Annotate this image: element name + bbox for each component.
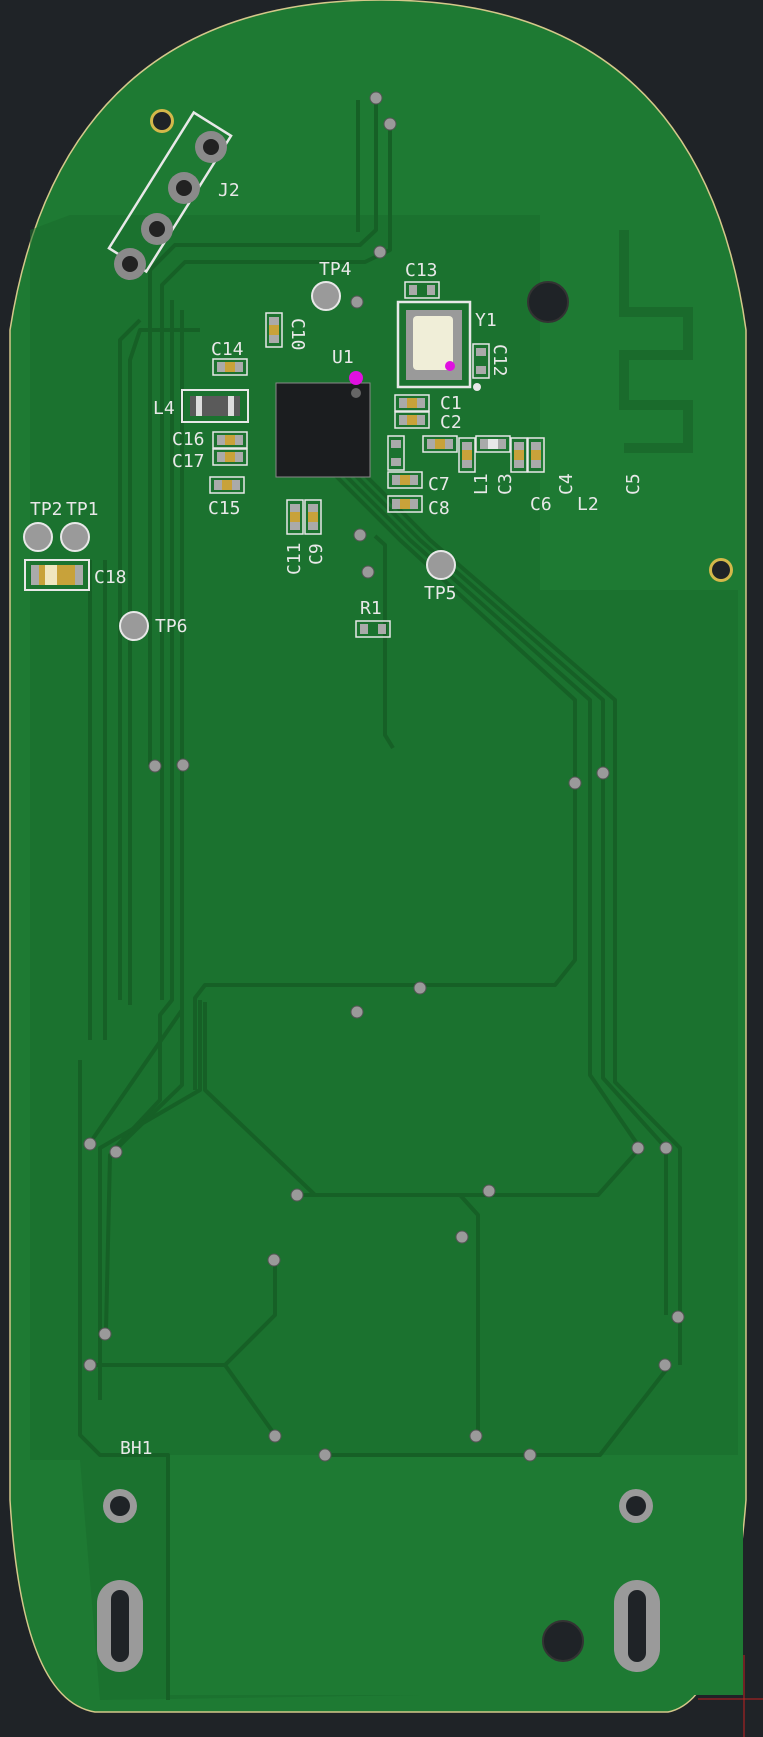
- label-l2: L2: [577, 494, 599, 515]
- label-tp5: TP5: [424, 583, 457, 604]
- label-y1: Y1: [475, 310, 497, 331]
- label-c12: C12: [489, 344, 510, 377]
- label-c5: C5: [623, 473, 644, 495]
- pcb-board: J2 TP4 C13 Y1 C10 U1 C12 C14 L4 C1 C2 C1…: [9, 0, 763, 1737]
- label-c3: C3: [495, 473, 516, 495]
- label-c2: C2: [440, 412, 462, 433]
- label-tp4: TP4: [319, 259, 352, 280]
- label-c16: C16: [172, 429, 205, 450]
- label-l1: L1: [471, 473, 492, 495]
- label-bh1: BH1: [120, 1438, 153, 1459]
- label-c13: C13: [405, 260, 438, 281]
- label-c4: C4: [556, 473, 577, 495]
- label-j2: J2: [218, 180, 240, 201]
- label-c6: C6: [530, 494, 552, 515]
- label-c10: C10: [287, 318, 308, 351]
- label-tp6: TP6: [155, 616, 188, 637]
- label-u1: U1: [332, 347, 354, 368]
- label-c7: C7: [428, 474, 450, 495]
- label-c9: C9: [306, 543, 327, 565]
- label-c17: C17: [172, 451, 205, 472]
- label-c8: C8: [428, 498, 450, 519]
- label-c18: C18: [94, 567, 127, 588]
- label-c11: C11: [284, 542, 305, 575]
- label-tp2: TP2: [30, 499, 63, 520]
- u1-chip: [275, 371, 371, 478]
- label-c14: C14: [211, 339, 244, 360]
- label-l4: L4: [153, 398, 175, 419]
- label-r1: R1: [360, 598, 382, 619]
- label-tp1: TP1: [66, 499, 99, 520]
- label-c15: C15: [208, 498, 241, 519]
- label-c1: C1: [440, 393, 462, 414]
